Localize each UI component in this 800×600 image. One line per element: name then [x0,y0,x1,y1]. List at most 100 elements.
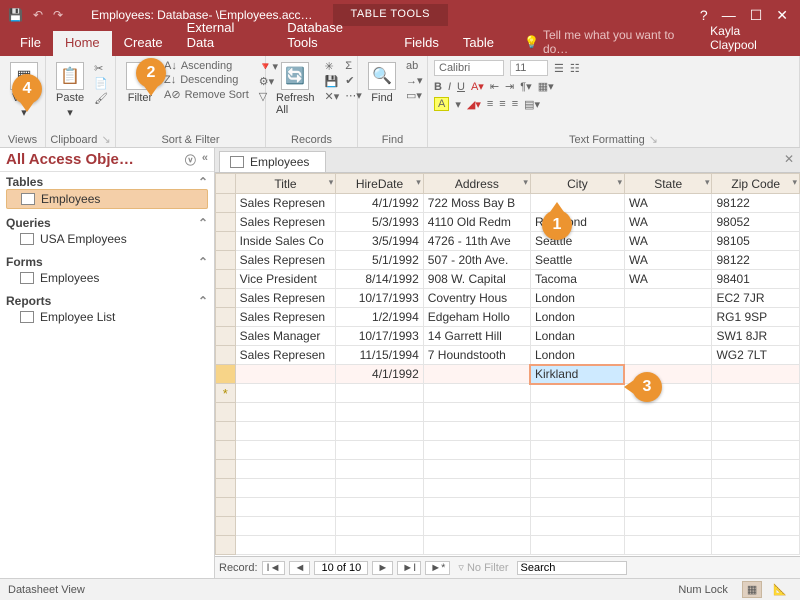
object-tab-employees[interactable]: Employees [219,151,326,172]
ascending-button[interactable]: A↓ Ascending [164,60,249,72]
signed-in-user[interactable]: Kayla Claypool [698,20,800,56]
status-left: Datasheet View [8,584,85,596]
column-header-hiredate[interactable]: HireDate▾ [336,174,423,194]
group-clipboard: Clipboard ↘ [52,131,109,146]
new-row[interactable]: * [216,384,800,403]
paste-button[interactable]: 📋Paste▾ [52,60,88,121]
bold-button[interactable]: B [434,81,442,93]
column-header-zip-code[interactable]: Zip Code▾ [712,174,800,194]
new-record-button[interactable]: ✳ [325,60,340,73]
descending-button[interactable]: Z↓ Descending [164,74,249,86]
datasheet-grid[interactable]: Title▾HireDate▾Address▾City▾State▾Zip Co… [215,172,800,556]
tab-file[interactable]: File [8,31,53,56]
nav-item-employees[interactable]: Employees [6,189,208,209]
table-row[interactable]: Sales Represen4/1/1992722 Moss Bay BWA98… [216,194,800,213]
delete-record-button[interactable]: ✕▾ [325,90,340,103]
table-icon [21,193,35,205]
table-row[interactable]: Sales Manager10/17/199314 Garrett HillLo… [216,327,800,346]
font-color-button[interactable]: A▾ [471,80,484,93]
nav-collapse-icon[interactable]: « [202,152,208,168]
copy-button[interactable]: 📄 [94,77,108,90]
column-header-city[interactable]: City▾ [530,174,624,194]
bullets-icon[interactable]: ☰ [554,62,564,75]
refresh-all-button[interactable]: 🔄Refresh All [272,60,319,118]
table-row[interactable]: Sales Represen10/17/1993Coventry HousLon… [216,289,800,308]
fill-color-button[interactable]: ◢▾ [467,98,481,111]
save-record-button[interactable]: 💾 [325,75,340,88]
tab-home[interactable]: Home [53,31,112,56]
prev-record-button[interactable]: ◄ [289,561,310,575]
alt-row-color-icon[interactable]: ▤▾ [524,98,540,111]
select-all-corner[interactable] [216,174,236,194]
gridlines-icon[interactable]: ▦▾ [538,80,554,93]
table-icon [230,156,244,168]
first-record-button[interactable]: I◄ [262,561,286,575]
callout-3: 3 [632,372,662,402]
column-header-address[interactable]: Address▾ [423,174,530,194]
font-name-select[interactable]: Calibri [434,60,504,76]
record-position-input[interactable] [314,561,368,575]
select-button[interactable]: ▭▾ [406,89,423,102]
nav-group-queries[interactable]: Queries⌃ [6,216,208,230]
align-center-icon[interactable]: ≡ [499,98,505,110]
column-header-title[interactable]: Title▾ [235,174,336,194]
indent-left-icon[interactable]: ⇤ [490,80,499,93]
tell-me-box[interactable]: 💡 Tell me what you want to do… [524,28,698,56]
quick-access-toolbar: 💾 ↶ ↷ [0,8,71,22]
binoculars-icon: 🔍 [368,62,396,90]
next-record-button[interactable]: ► [372,561,393,575]
align-right-icon[interactable]: ≡ [512,98,518,110]
undo-icon[interactable]: ↶ [33,8,43,22]
navigation-pane: All Access Obje… ⓥ « Tables⌃EmployeesQue… [0,148,215,578]
indent-right-icon[interactable]: ⇥ [505,80,514,93]
table-row[interactable]: Vice President8/14/1992908 W. CapitalTac… [216,270,800,289]
tab-table[interactable]: Table [451,31,506,56]
active-cell[interactable]: Kirkland [530,365,624,384]
table-row[interactable]: Inside Sales Co3/5/19944726 - 11th AveSe… [216,232,800,251]
nav-group-forms[interactable]: Forms⌃ [6,255,208,269]
nav-item-employee-list[interactable]: Employee List [6,308,208,326]
nav-dropdown-icon[interactable]: ⓥ [185,152,196,168]
close-tab-icon[interactable]: ✕ [784,152,794,166]
italic-button[interactable]: I [448,81,451,93]
find-button[interactable]: 🔍Find [364,60,400,106]
highlight-button[interactable]: A [434,97,449,111]
redo-icon[interactable]: ↷ [53,8,63,22]
last-record-button[interactable]: ►I [397,561,421,575]
font-size-select[interactable]: 11 [510,60,548,76]
numlock-indicator: Num Lock [678,584,728,596]
tab-database-tools[interactable]: Database Tools [275,16,386,56]
nav-group-tables[interactable]: Tables⌃ [6,175,208,189]
numbering-icon[interactable]: ☷ [570,62,580,75]
tab-external-data[interactable]: External Data [175,16,276,56]
group-find: Find [364,132,421,146]
nav-item-employees[interactable]: Employees [6,269,208,287]
nav-title[interactable]: All Access Obje… [6,151,134,168]
table-icon [20,311,34,323]
nav-group-reports[interactable]: Reports⌃ [6,294,208,308]
edit-row[interactable]: 4/1/1992Kirkland [216,365,800,384]
cut-button[interactable]: ✂ [94,62,108,75]
table-row[interactable]: Sales Represen5/3/19934110 Old RedmRedmo… [216,213,800,232]
remove-sort-button[interactable]: A⊘ Remove Sort [164,88,249,101]
table-row[interactable]: Sales Represen5/1/1992507 - 20th Ave.Sea… [216,251,800,270]
align-left-icon[interactable]: ≡ [487,98,493,110]
underline-button[interactable]: U [457,81,465,93]
refresh-icon: 🔄 [281,62,309,90]
save-icon[interactable]: 💾 [8,8,23,22]
table-row[interactable]: Sales Represen11/15/19947 HoundstoothLon… [216,346,800,365]
datasheet-view-icon[interactable]: ▦ [742,581,762,598]
format-painter-button[interactable]: 🖌 [94,92,108,105]
table-row[interactable]: Sales Represen1/2/1994Edgeham HolloLondo… [216,308,800,327]
nav-item-usa-employees[interactable]: USA Employees [6,230,208,248]
replace-button[interactable]: ab [406,60,423,72]
goto-button[interactable]: →▾ [406,74,423,87]
record-navigator: Record: I◄ ◄ ► ►I ►* ▿ No Filter [215,556,800,578]
tab-create[interactable]: Create [112,31,175,56]
column-header-state[interactable]: State▾ [624,174,711,194]
tab-fields[interactable]: Fields [392,31,451,56]
new-record-nav-button[interactable]: ►* [425,561,450,575]
search-box[interactable] [517,561,627,575]
design-view-icon[interactable]: 📐 [768,581,792,598]
rtl-icon[interactable]: ¶▾ [520,80,531,93]
